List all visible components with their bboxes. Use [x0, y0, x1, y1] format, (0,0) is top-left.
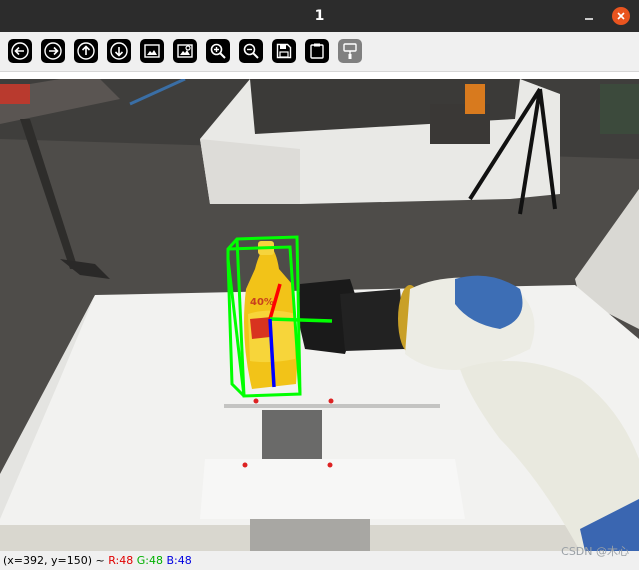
green-value: G:48	[136, 554, 163, 567]
blue-value: B:48	[166, 554, 192, 567]
clipboard-icon[interactable]	[305, 39, 329, 63]
status-bar: (x=392, y=150) ~ R:48 G:48 B:48	[0, 551, 639, 570]
minimize-icon[interactable]	[580, 7, 598, 25]
zoom-in-icon[interactable]	[206, 39, 230, 63]
image-viewport[interactable]: 40%	[0, 73, 639, 551]
red-value: R:48	[108, 554, 134, 567]
window-title: 1	[314, 8, 325, 24]
paint-brush-icon[interactable]	[338, 39, 362, 63]
camera-image: 40%	[0, 79, 639, 551]
arrow-down-icon[interactable]	[107, 39, 131, 63]
arrow-up-icon[interactable]	[74, 39, 98, 63]
save-icon[interactable]	[272, 39, 296, 63]
close-icon[interactable]	[612, 7, 630, 25]
svg-text:40%: 40%	[250, 297, 274, 308]
arrow-right-icon[interactable]	[41, 39, 65, 63]
zoom-out-icon[interactable]	[239, 39, 263, 63]
arrow-left-icon[interactable]	[8, 39, 32, 63]
image-zoom-icon[interactable]	[173, 39, 197, 63]
window-titlebar[interactable]: 1	[0, 0, 639, 32]
watermark: CSDN @木心	[561, 545, 629, 558]
toolbar	[0, 32, 639, 72]
cursor-coords: (x=392, y=150) ~	[3, 554, 105, 567]
image-icon[interactable]	[140, 39, 164, 63]
